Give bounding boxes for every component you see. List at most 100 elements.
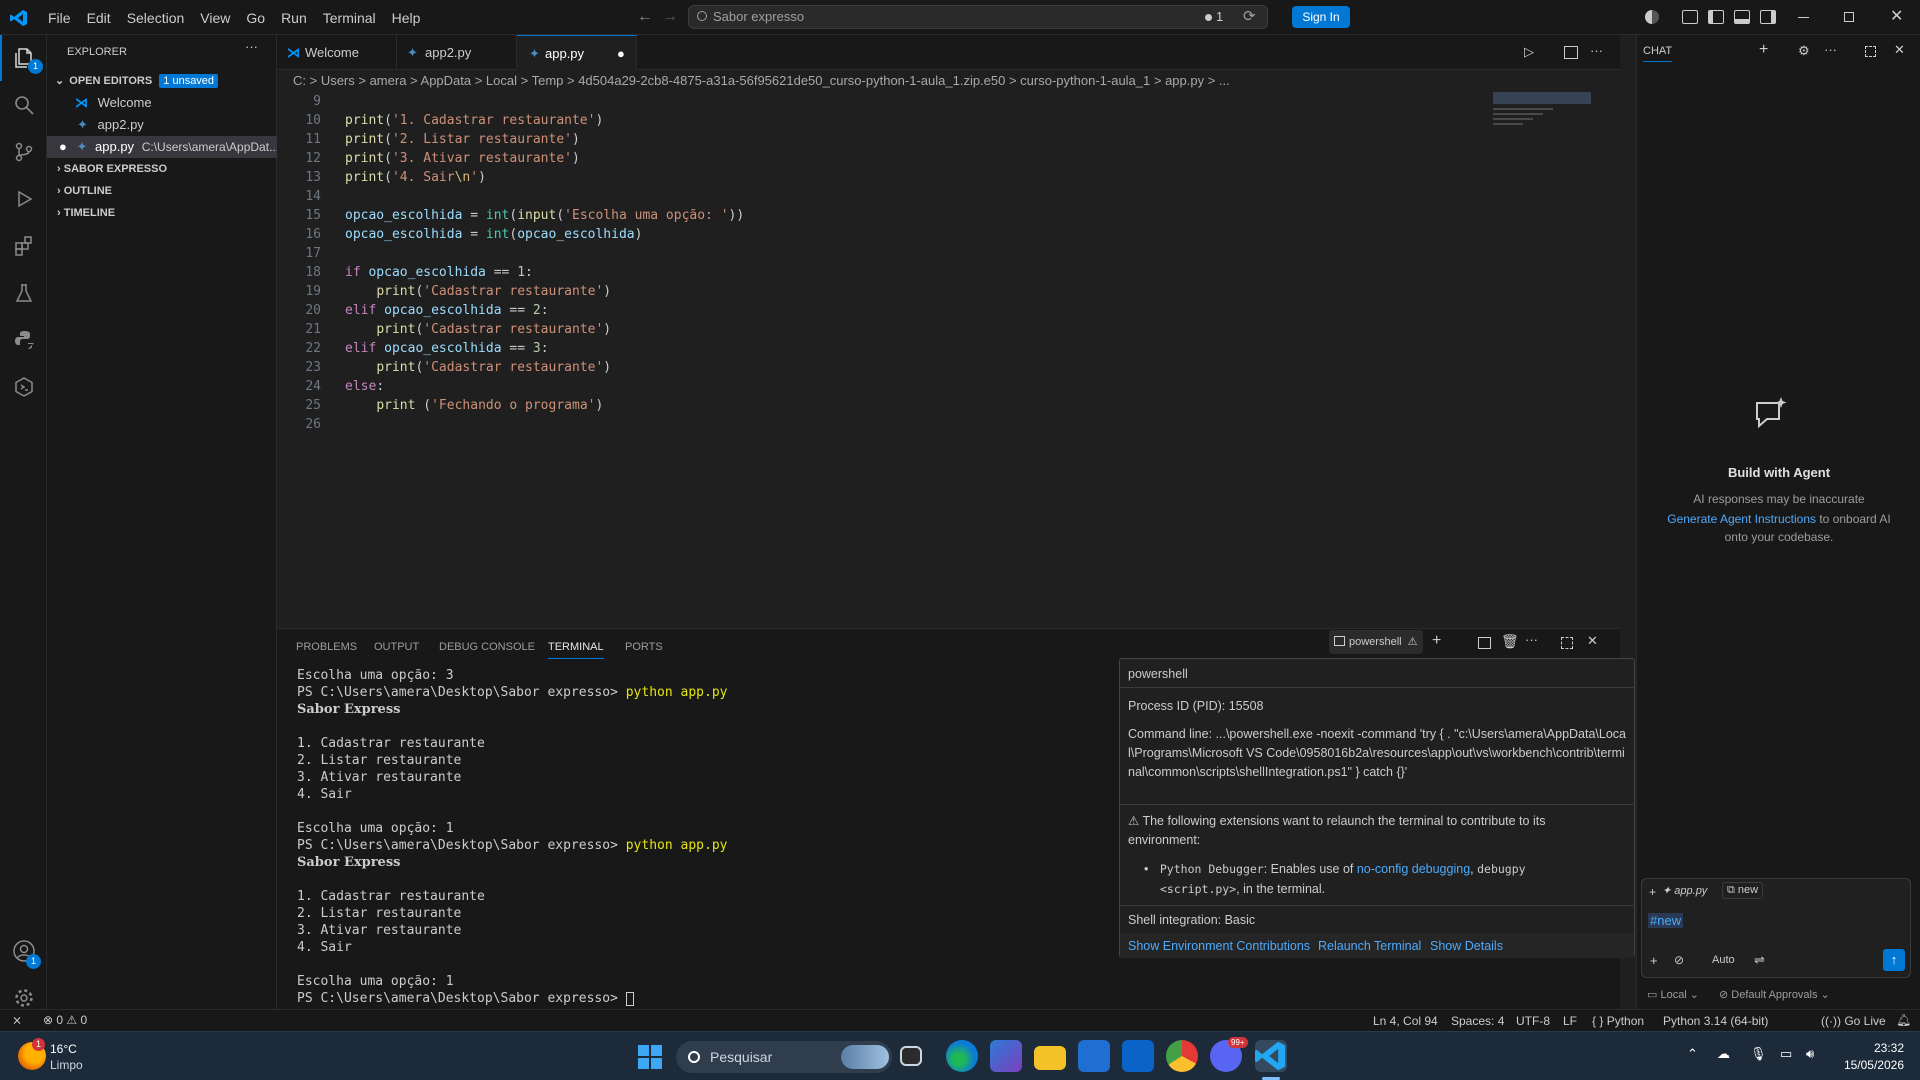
remote-indicator-icon[interactable]: ⨯ <box>12 1013 22 1027</box>
cursor-position[interactable]: Ln 4, Col 94 <box>1373 1014 1438 1028</box>
context-file-chip[interactable]: ✦ app.py <box>1662 884 1707 897</box>
menu-item-go[interactable]: Go <box>238 10 273 26</box>
code-line[interactable]: else: <box>345 379 384 394</box>
tab-ports[interactable]: PORTS <box>625 635 663 659</box>
toggle-secondary-sidebar-icon[interactable] <box>1760 10 1776 24</box>
tab-app[interactable]: ✦ app.py ● <box>517 35 637 70</box>
back-arrow-icon[interactable]: ← <box>637 8 653 26</box>
volume-icon[interactable]: 🔊︎ <box>1806 1046 1814 1062</box>
search-icon[interactable] <box>0 82 47 128</box>
run-python-file-icon[interactable]: ▷ <box>1524 44 1534 60</box>
python-icon[interactable] <box>0 317 47 363</box>
unsaved-dot-icon[interactable]: ● <box>617 36 625 71</box>
go-live-button[interactable]: ((·)) Go Live <box>1821 1014 1886 1028</box>
local-picker[interactable]: ▭ Local ⌄ <box>1647 988 1699 1001</box>
code-line[interactable]: print('3. Ativar restaurante') <box>345 151 580 166</box>
microphone-icon[interactable]: 🎙︎ <box>1750 1046 1767 1062</box>
mode-picker[interactable]: Auto <box>1712 954 1735 966</box>
split-terminal-icon[interactable] <box>1478 637 1491 649</box>
breadcrumb[interactable]: C: > Users > amera > AppData > Local > T… <box>277 70 1620 92</box>
sabor-expresso-section[interactable]: › SABOR EXPRESSO <box>47 158 277 180</box>
terminal-selector[interactable]: powershell ⚠ <box>1329 630 1423 654</box>
split-editor-icon[interactable] <box>1564 46 1578 59</box>
open-editor-app[interactable]: ● ✦ app.py C:\Users\amera\AppDat... <box>47 136 277 158</box>
code-line[interactable]: print('Cadastrar restaurante') <box>345 284 611 299</box>
timeline-section[interactable]: › TIMELINE <box>47 202 277 224</box>
remote-explorer-icon[interactable] <box>0 364 47 410</box>
toggle-primary-sidebar-icon[interactable] <box>1708 10 1724 24</box>
close-panel-icon[interactable]: ✕ <box>1587 633 1598 649</box>
bell-icon[interactable]: 🔔︎ <box>1896 1013 1911 1027</box>
show-details-link[interactable]: Show Details <box>1430 939 1503 953</box>
context-new-chip[interactable]: ⧉ new <box>1722 882 1764 899</box>
microsoft-store-icon[interactable] <box>1078 1040 1110 1072</box>
copilot-icon[interactable] <box>1645 10 1659 24</box>
configure-tools-icon[interactable]: ⇌ <box>1754 952 1765 968</box>
run-debug-icon[interactable] <box>0 176 47 222</box>
restore-icon[interactable] <box>1844 12 1854 22</box>
command-center[interactable]: Sabor expresso 1 <box>688 5 1268 29</box>
tab-debug-console[interactable]: DEBUG CONSOLE <box>439 635 535 659</box>
tab-app2[interactable]: ✦ app2.py <box>397 35 517 70</box>
menu-item-selection[interactable]: Selection <box>119 10 193 26</box>
generate-agent-instructions-link[interactable]: Generate Agent Instructions <box>1667 512 1816 526</box>
explorer-icon[interactable]: 1 <box>0 35 47 81</box>
menu-item-file[interactable]: File <box>40 10 79 26</box>
extensions-icon[interactable] <box>0 223 47 269</box>
chat-tab[interactable]: CHAT <box>1643 45 1673 62</box>
start-icon[interactable] <box>638 1045 662 1069</box>
menu-item-run[interactable]: Run <box>273 10 315 26</box>
more-actions-icon[interactable]: ··· <box>245 39 258 54</box>
more-actions-icon[interactable]: ··· <box>1590 43 1603 58</box>
menu-item-edit[interactable]: Edit <box>79 10 119 26</box>
maximize-chat-icon[interactable] <box>1865 46 1876 57</box>
open-editor-app2[interactable]: ✦ app2.py <box>47 114 277 136</box>
new-terminal-icon[interactable]: + <box>1432 632 1441 650</box>
new-chat-icon[interactable]: + <box>1759 41 1768 59</box>
task-view-icon[interactable] <box>900 1046 922 1066</box>
send-button[interactable]: ↑ <box>1883 949 1905 971</box>
code-line[interactable]: print('Cadastrar restaurante') <box>345 322 611 337</box>
code-line[interactable]: opcao_escolhida = int(opcao_escolhida) <box>345 227 642 242</box>
menu-item-terminal[interactable]: Terminal <box>315 10 384 26</box>
add-context-icon[interactable]: + <box>1649 885 1656 899</box>
encoding[interactable]: UTF-8 <box>1516 1014 1550 1028</box>
tab-welcome[interactable]: ⋊ Welcome <box>277 35 397 70</box>
chat-settings-gear-icon[interactable]: ⚙ <box>1798 43 1810 59</box>
close-chat-icon[interactable]: ✕ <box>1894 42 1905 58</box>
code-editor[interactable]: 9 10 print('1. Cadastrar restaurante') 11 pr… <box>277 92 1620 620</box>
python-interpreter[interactable]: Python 3.14 (64-bit) <box>1663 1014 1768 1028</box>
code-line[interactable]: print('2. Listar restaurante') <box>345 132 580 147</box>
minimap[interactable] <box>1493 92 1593 142</box>
no-config-debugging-link[interactable]: no-config debugging <box>1357 862 1470 876</box>
show-hidden-icons-icon[interactable]: ⌃ <box>1687 1046 1698 1062</box>
forward-arrow-icon[interactable]: → <box>662 8 678 26</box>
tab-problems[interactable]: PROBLEMS <box>296 635 357 659</box>
code-line[interactable]: elif opcao_escolhida == 3: <box>345 341 549 356</box>
onedrive-icon[interactable]: ☁ <box>1717 1046 1730 1062</box>
trash-icon[interactable]: 🗑 <box>1501 633 1519 650</box>
accounts-icon[interactable]: 1 <box>0 928 47 974</box>
code-line[interactable]: print('4. Sair\n') <box>345 170 486 185</box>
microsoft-365-icon[interactable] <box>990 1040 1022 1072</box>
sync-icon[interactable]: ⟳ <box>1243 7 1256 25</box>
sign-in-button[interactable]: Sign In <box>1292 6 1350 28</box>
open-editor-welcome[interactable]: ⋊ Welcome <box>47 92 277 114</box>
open-editors-header[interactable]: ⌄ OPEN EDITORS 1 unsaved <box>47 70 277 92</box>
menu-item-view[interactable]: View <box>192 10 238 26</box>
clock-date[interactable]: 15/05/2026 <box>1836 1058 1904 1072</box>
tab-terminal[interactable]: TERMINAL <box>548 635 604 659</box>
show-environment-contributions-link[interactable]: Show Environment Contributions <box>1128 939 1310 953</box>
code-line[interactable]: print ('Fechando o programa') <box>345 398 603 413</box>
code-line[interactable]: if opcao_escolhida == 1: <box>345 265 533 280</box>
chrome-icon[interactable] <box>1166 1040 1198 1072</box>
file-explorer-icon[interactable] <box>1034 1046 1066 1070</box>
network-icon[interactable]: ▭ <box>1780 1046 1792 1062</box>
outline-section[interactable]: › OUTLINE <box>47 180 277 202</box>
end-of-line[interactable]: LF <box>1563 1014 1577 1028</box>
edge-icon[interactable] <box>946 1040 978 1072</box>
code-line[interactable]: opcao_escolhida = int(input('Escolha uma… <box>345 208 744 223</box>
language-mode[interactable]: { } Python <box>1592 1014 1644 1028</box>
code-line[interactable]: print('1. Cadastrar restaurante') <box>345 113 603 128</box>
maximize-panel-icon[interactable] <box>1561 637 1573 649</box>
